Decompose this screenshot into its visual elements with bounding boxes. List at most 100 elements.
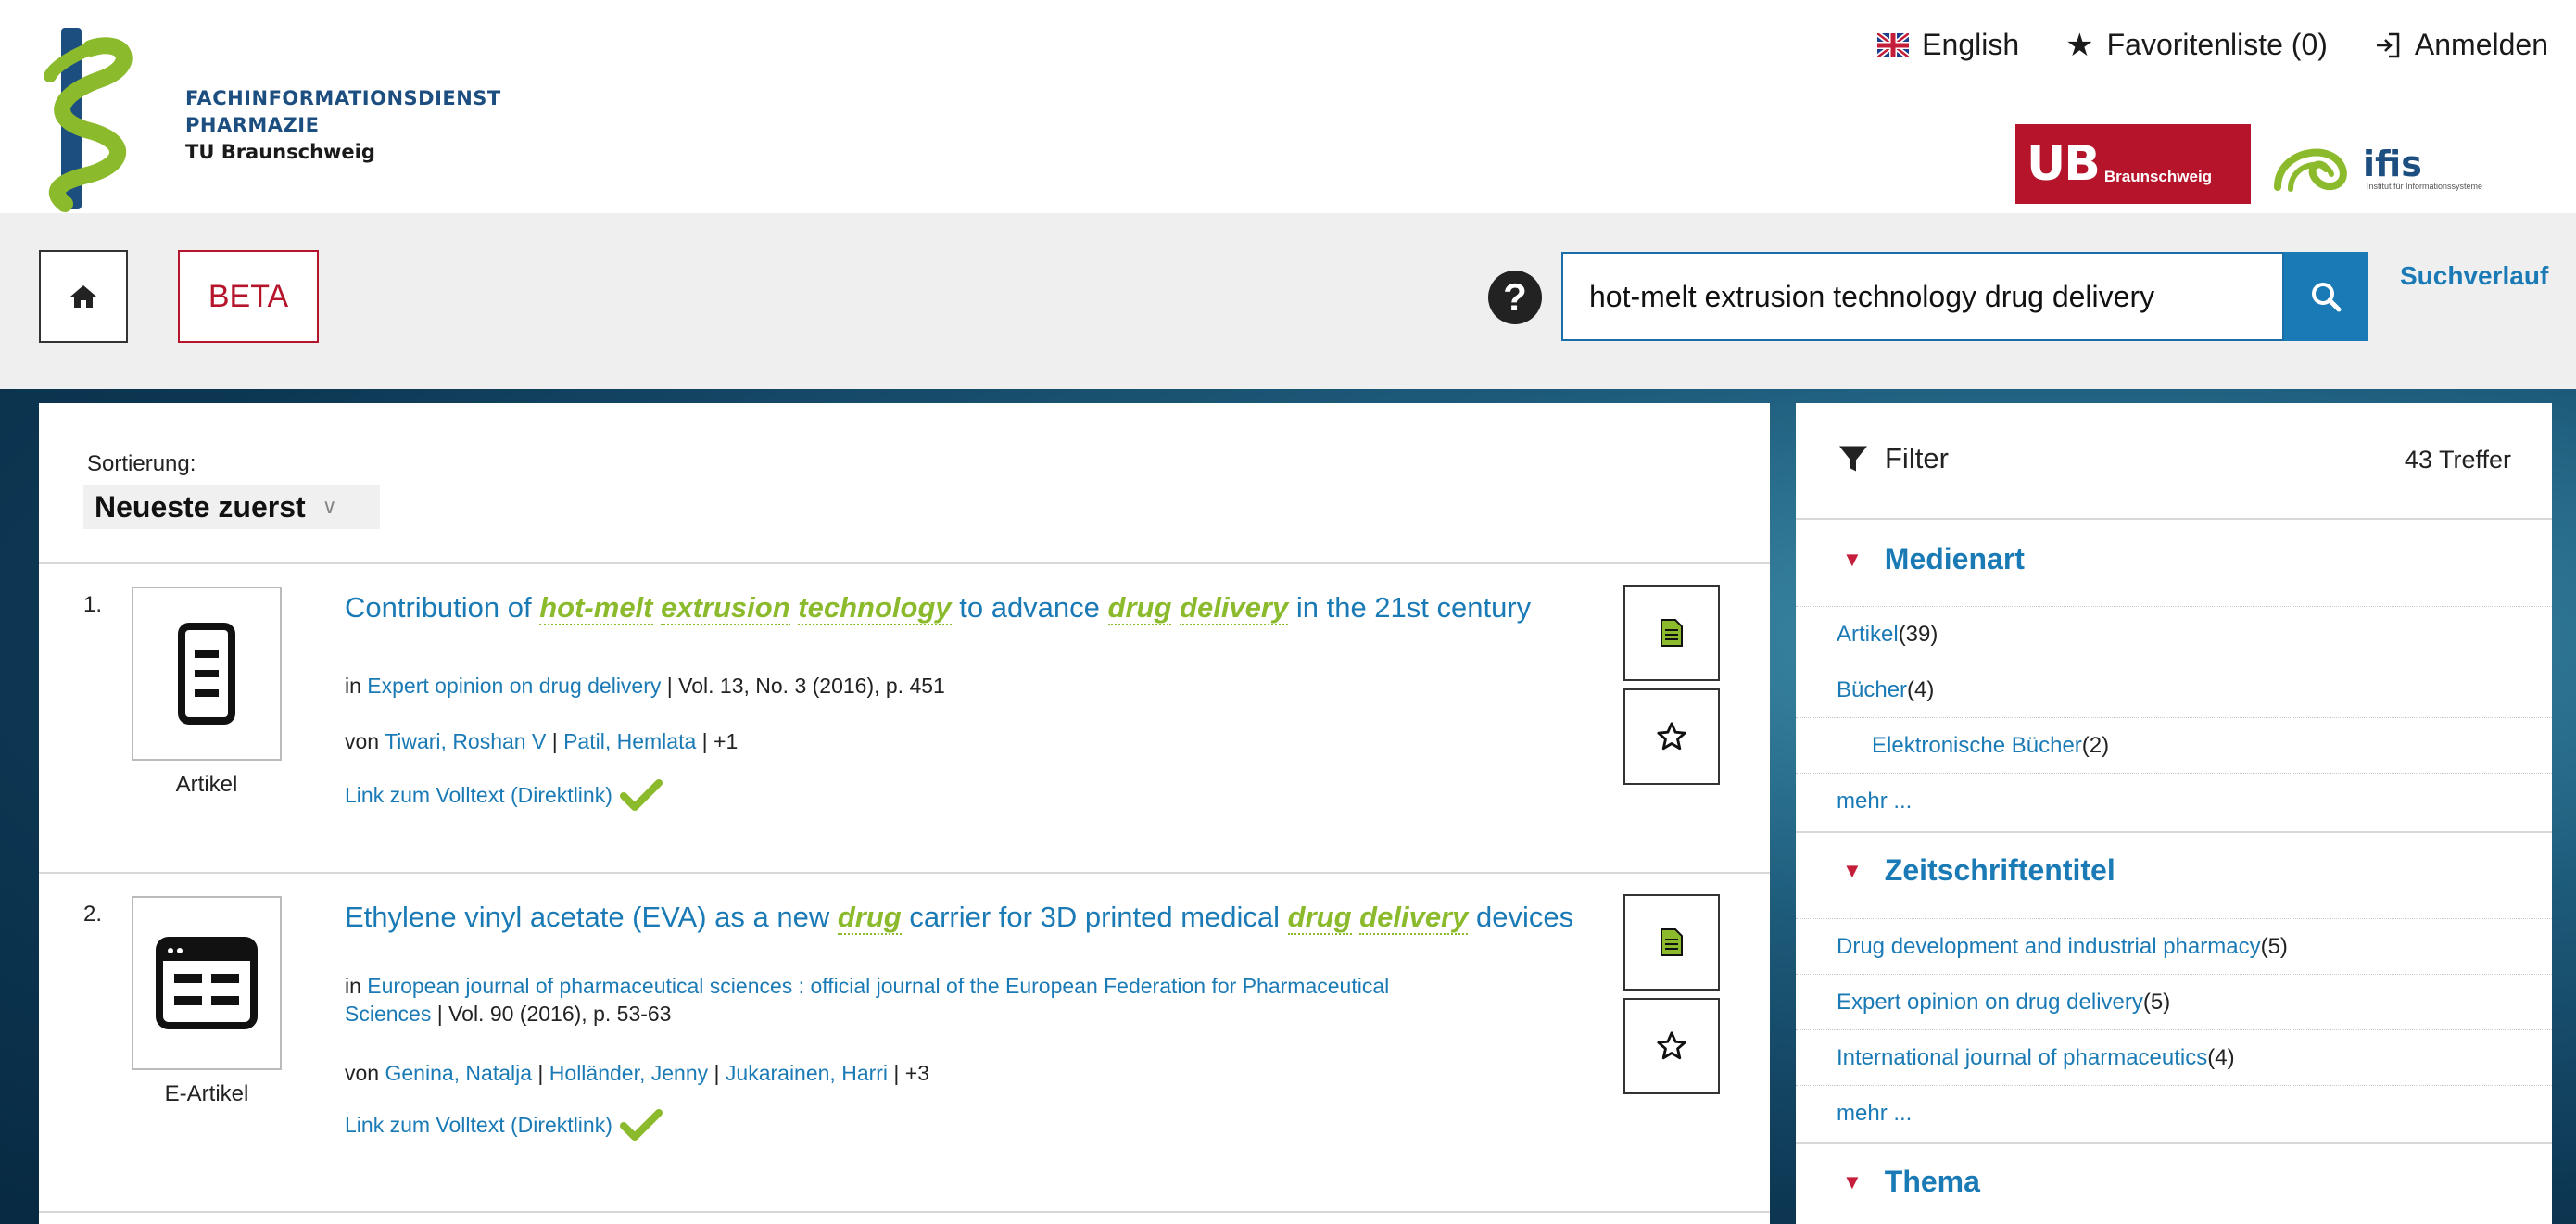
- document-icon: [1661, 619, 1683, 647]
- title-highlight: hot-melt: [539, 591, 653, 625]
- article-icon: [178, 623, 235, 725]
- result-type-label: E-Artikel: [164, 1081, 249, 1106]
- fulltext-label: Link zum Volltext (Direktlink): [345, 1112, 612, 1137]
- filter-item[interactable]: Expert opinion on drug delivery (5): [1796, 974, 2552, 1029]
- author-link[interactable]: Holländer, Jenny: [549, 1061, 708, 1085]
- e-article-icon: [156, 937, 258, 1029]
- title-highlight: drug: [1107, 591, 1172, 625]
- star-outline-icon: [1657, 1031, 1686, 1060]
- authors-more: | +1: [696, 729, 739, 753]
- sort-select[interactable]: Neueste zuerst ∨: [83, 485, 380, 529]
- logo-line-1: FACHINFORMATIONSDIENST: [185, 87, 501, 109]
- ifis-swirl-icon: [2274, 148, 2347, 192]
- title-highlight: delivery: [1180, 591, 1289, 625]
- filter-section-title: Zeitschriftentitel: [1884, 853, 2115, 887]
- filter-item-label: International journal of pharmaceutics: [1837, 1044, 2208, 1070]
- ub-braunschweig-logo[interactable]: UB Braunschweig: [2015, 124, 2251, 204]
- add-favorite-button[interactable]: [1623, 998, 1720, 1094]
- result-number: 2.: [83, 902, 103, 927]
- fulltext-document-button[interactable]: [1623, 585, 1720, 681]
- filter-item-count: (2): [2081, 732, 2110, 758]
- filter-item[interactable]: Bücher (4): [1796, 662, 2552, 717]
- result-number: 1.: [83, 592, 103, 617]
- document-icon: [1661, 928, 1683, 956]
- filter-item-count: (4): [2207, 1044, 2235, 1070]
- filter-title: Filter: [1837, 442, 1949, 475]
- title-text: Contribution of: [345, 591, 540, 624]
- fulltext-link[interactable]: Link zum Volltext (Direktlink): [345, 779, 663, 811]
- result-authors: von Genina, Natalja | Holländer, Jenny |…: [345, 1059, 1457, 1087]
- filter-item-label: Drug development and industrial pharmacy: [1837, 933, 2261, 959]
- result-title-link[interactable]: Contribution of hot-melt extrusion techn…: [345, 590, 1623, 625]
- title-text: carrier for 3D printed medical: [901, 901, 1288, 933]
- author-link[interactable]: Patil, Hemlata: [563, 729, 696, 753]
- title-highlight: drug: [837, 901, 902, 935]
- source-prefix: in: [345, 674, 368, 698]
- filter-item[interactable]: International journal of pharmaceutics (…: [1796, 1029, 2552, 1085]
- triangle-down-icon: ▼: [1842, 858, 1863, 882]
- filter-item-label: mehr ...: [1837, 788, 1913, 814]
- ifis-logo[interactable]: ifis Institut für Informationssysteme: [2268, 124, 2546, 204]
- ub-logo-subtext: Braunschweig: [2103, 168, 2213, 185]
- ub-logo-text: UB: [2027, 136, 2101, 192]
- favorites-link[interactable]: ★ Favoritenliste (0): [2065, 28, 2328, 62]
- filter-item[interactable]: Drug development and industrial pharmacy…: [1796, 918, 2552, 974]
- home-button[interactable]: [39, 250, 128, 343]
- author-link[interactable]: Jukarainen, Harri: [726, 1061, 888, 1085]
- fulltext-link[interactable]: Link zum Volltext (Direktlink): [345, 1109, 663, 1141]
- source-detail: | Vol. 90 (2016), p. 53-63: [431, 1002, 672, 1026]
- language-switch[interactable]: English: [1877, 28, 2019, 62]
- filter-item[interactable]: Elektronische Bücher (2): [1796, 717, 2552, 773]
- title-text: [1171, 591, 1180, 624]
- search-button[interactable]: [2284, 252, 2368, 341]
- fid-pharmazie-logo[interactable]: FACHINFORMATIONSDIENST PHARMAZIE TU Brau…: [37, 28, 500, 213]
- result-source: in European journal of pharmaceutical sc…: [345, 972, 1410, 1028]
- add-favorite-button[interactable]: [1623, 688, 1720, 785]
- filter-title-label: Filter: [1885, 442, 1949, 474]
- result-authors: von Tiwari, Roshan V | Patil, Hemlata | …: [345, 727, 1457, 755]
- filter-item-label: Artikel: [1837, 621, 1899, 647]
- result-item-next: [39, 1211, 1770, 1224]
- result-item: 1. Artikel Contribution of hot-melt extr…: [39, 562, 1770, 872]
- logo-line-3: TU Braunschweig: [185, 141, 375, 163]
- logo-line-2: PHARMAZIE: [185, 114, 320, 136]
- search-history-link[interactable]: Suchverlauf: [2400, 261, 2548, 291]
- sort-label: Sortierung:: [87, 451, 196, 476]
- title-highlight: delivery: [1359, 901, 1469, 935]
- result-title-link[interactable]: Ethylene vinyl acetate (EVA) as a new dr…: [345, 900, 1623, 935]
- filter-more-link[interactable]: mehr ...: [1796, 1085, 2552, 1141]
- favorites-label: Favoritenliste (0): [2106, 28, 2328, 61]
- result-media-icon[interactable]: [132, 896, 282, 1070]
- author-link[interactable]: Genina, Natalja: [385, 1061, 532, 1085]
- title-text: in the 21st century: [1288, 591, 1532, 624]
- result-media-icon[interactable]: [132, 587, 282, 761]
- result-item: 2. E-Artikel Ethylene vinyl acetate (EVA…: [39, 872, 1770, 1224]
- authors-prefix: von: [345, 729, 385, 753]
- filter-panel: Filter 43 Treffer ▼ Medienart Artikel (3…: [1796, 403, 2552, 1224]
- filter-more-link[interactable]: mehr ...: [1796, 773, 2552, 828]
- results-panel: Sortierung: Neueste zuerst ∨ 1. Artikel …: [39, 403, 1770, 1224]
- language-label: English: [1922, 28, 2020, 61]
- filter-item[interactable]: Artikel (39): [1796, 606, 2552, 662]
- title-highlight: technology: [798, 591, 952, 625]
- funnel-icon: [1839, 446, 1867, 472]
- fulltext-document-button[interactable]: [1623, 894, 1720, 991]
- login-link[interactable]: Anmelden: [2374, 28, 2548, 62]
- filter-header: Filter 43 Treffer: [1796, 403, 2552, 520]
- uk-flag-icon: [1877, 32, 1910, 57]
- source-journal-link[interactable]: Expert opinion on drug delivery: [367, 674, 661, 698]
- filter-section-thema[interactable]: ▼ Thema: [1842, 1165, 1980, 1199]
- filter-item-label: Bücher: [1837, 676, 1908, 702]
- sort-selected-value: Neueste zuerst: [95, 489, 306, 524]
- author-separator: |: [532, 1061, 549, 1085]
- title-text: [653, 591, 662, 624]
- search-input[interactable]: hot-melt extrusion technology drug deliv…: [1561, 252, 2284, 341]
- login-icon: [2376, 32, 2400, 57]
- author-link[interactable]: Tiwari, Roshan V: [385, 729, 546, 753]
- filter-section-zeitschriftentitel[interactable]: ▼ Zeitschriftentitel: [1842, 853, 2115, 888]
- checkmark-icon: [619, 779, 663, 811]
- beta-button[interactable]: BETA: [178, 250, 319, 343]
- author-separator: |: [546, 729, 564, 753]
- help-icon[interactable]: ?: [1488, 271, 1542, 324]
- filter-section-medienart[interactable]: ▼ Medienart: [1842, 542, 2025, 576]
